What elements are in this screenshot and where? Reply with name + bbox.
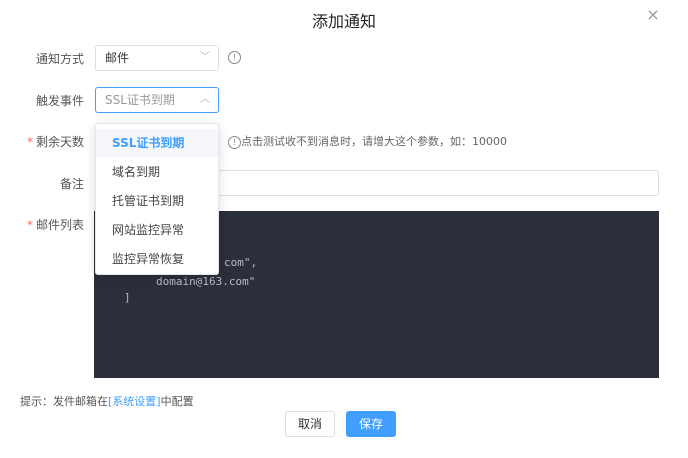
- chevron-down-icon: ﹀: [200, 52, 210, 63]
- remark-label: 备注: [59, 177, 84, 191]
- email-list-label: * 邮件列表: [4, 217, 84, 233]
- close-icon[interactable]: ×: [646, 7, 660, 23]
- days-label: * 剩余天数: [4, 134, 84, 150]
- required-asterisk: *: [26, 218, 33, 232]
- remark-input[interactable]: [216, 170, 659, 196]
- days-label-text: 剩余天数: [35, 135, 84, 149]
- trigger-label: 触发事件: [35, 94, 84, 108]
- save-button[interactable]: 保存: [346, 411, 396, 437]
- code-line: ]: [124, 291, 131, 304]
- required-asterisk: *: [26, 135, 33, 149]
- cancel-button[interactable]: 取消: [285, 411, 335, 437]
- trigger-placeholder: SSL证书到期: [105, 93, 175, 107]
- method-label: 通知方式: [35, 52, 84, 66]
- dropdown-option-site-monitor[interactable]: 网站监控异常: [96, 216, 218, 244]
- days-hint: 点击测试收不到消息时，请增大这个参数，如：10000: [241, 135, 507, 148]
- dropdown-option-ssl[interactable]: SSL证书到期: [96, 129, 218, 157]
- code-line: com",: [224, 256, 258, 269]
- dialog-title: 添加通知: [311, 12, 376, 31]
- method-select[interactable]: 邮件 ﹀: [95, 45, 219, 71]
- info-icon: !: [228, 136, 241, 149]
- trigger-select[interactable]: SSL证书到期 ︿: [95, 87, 219, 113]
- email-list-label-text: 邮件列表: [35, 218, 84, 232]
- dropdown-option-domain[interactable]: 域名到期: [96, 158, 218, 186]
- footer-hint-prefix: 提示：发件邮箱在: [20, 395, 108, 408]
- code-line: domain@163.com": [156, 275, 256, 288]
- info-icon[interactable]: !: [228, 51, 241, 64]
- dropdown-option-hosted-cert[interactable]: 托管证书到期: [96, 187, 218, 215]
- trigger-dropdown: SSL证书到期 域名到期 托管证书到期 网站监控异常 监控异常恢复: [95, 123, 219, 275]
- chevron-up-icon: ︿: [200, 94, 210, 105]
- dropdown-option-monitor-recovery[interactable]: 监控异常恢复: [96, 245, 218, 273]
- footer-hint: 提示：发件邮箱在[系统设置]中配置: [20, 394, 194, 410]
- footer-hint-suffix: 中配置: [160, 395, 194, 408]
- system-settings-link[interactable]: [系统设置]: [108, 395, 161, 408]
- method-value: 邮件: [105, 51, 130, 65]
